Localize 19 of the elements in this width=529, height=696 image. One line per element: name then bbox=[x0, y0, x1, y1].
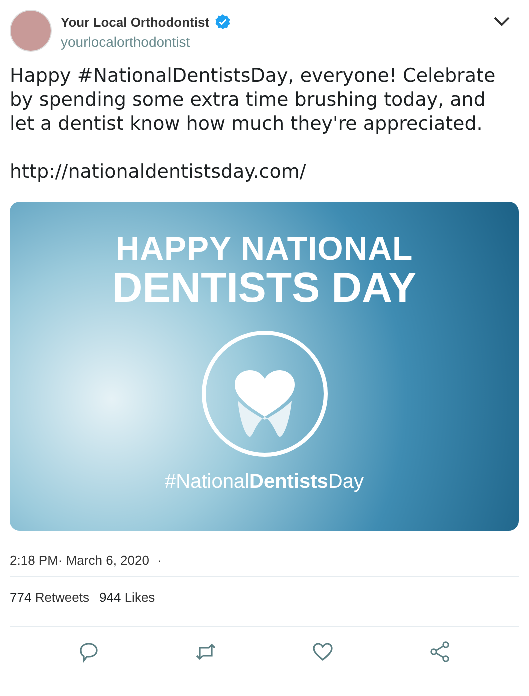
author-name[interactable]: Your Local Orthodontist bbox=[61, 14, 210, 30]
share-icon[interactable] bbox=[429, 641, 452, 663]
image-headline: HAPPY NATIONAL bbox=[114, 232, 414, 265]
tooth-logo-icon bbox=[200, 329, 330, 459]
tweet-image[interactable]: HAPPY NATIONAL DENTISTS DAY #NationalDentistsDay bbox=[10, 202, 519, 531]
heart-icon[interactable] bbox=[312, 641, 334, 663]
author-handle[interactable]: yourlocalorthodontist bbox=[61, 34, 493, 50]
reply-icon[interactable] bbox=[78, 641, 100, 663]
image-headline: DENTISTS DAY bbox=[112, 267, 417, 309]
tweet-timestamp[interactable]: 2:18 PM· March 6, 2020 bbox=[10, 553, 150, 568]
caret-icon[interactable] bbox=[493, 16, 511, 28]
avatar-photo[interactable] bbox=[10, 10, 52, 52]
image-hashtag: #NationalDentistsDay bbox=[165, 471, 364, 494]
retweet-icon[interactable] bbox=[194, 641, 217, 663]
tweet-link[interactable]: http://nationaldentistsday.com/ bbox=[10, 160, 519, 184]
tweet-text: Happy #NationalDentistsDay, everyone! Celebrate by spending some extra time brushing today, and let a dentist know how much they're appreciated. bbox=[10, 64, 497, 136]
stat-count[interactable]: 944 Likes bbox=[100, 590, 156, 605]
stat-count[interactable]: 774 Retweets bbox=[10, 590, 90, 605]
separator-dot: · bbox=[157, 553, 162, 568]
